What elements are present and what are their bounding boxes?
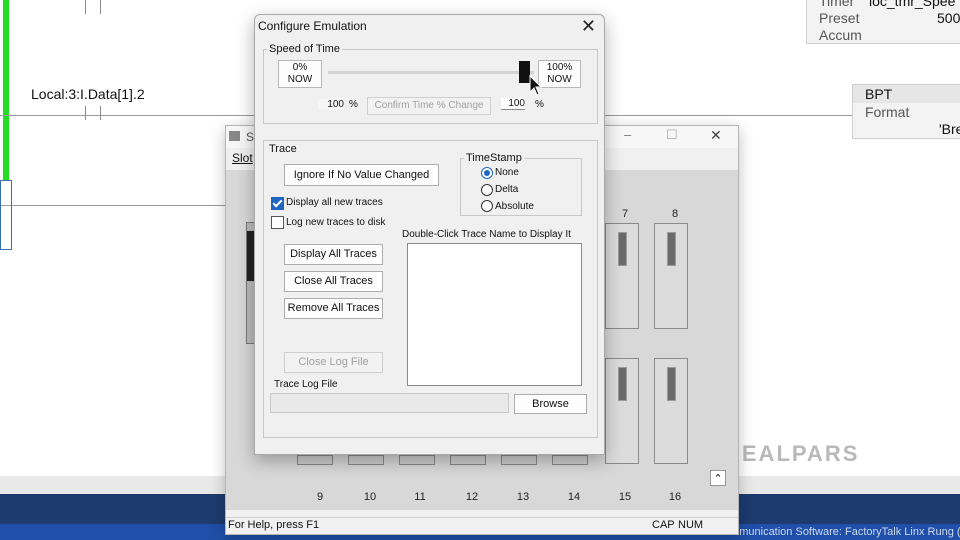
format-value: 'Bre bbox=[939, 121, 960, 137]
bpt-instruction-box[interactable]: BPT Format 'Bre bbox=[852, 84, 960, 139]
speed-min-box: 0% NOW bbox=[278, 60, 322, 88]
slot-number: 9 bbox=[316, 491, 324, 503]
display-new-traces-label[interactable]: Display all new traces bbox=[286, 197, 383, 208]
slot-15-card[interactable] bbox=[605, 358, 639, 464]
app-status-text: Communication Software: FactoryTalk Linx… bbox=[716, 526, 960, 538]
timestamp-none-radio[interactable] bbox=[481, 167, 493, 179]
preset-value: 500 bbox=[937, 10, 960, 26]
trace-list-box[interactable] bbox=[407, 243, 582, 386]
timestamp-absolute-label[interactable]: Absolute bbox=[495, 201, 534, 212]
trace-log-file-input[interactable] bbox=[270, 393, 509, 413]
slot-16-card[interactable] bbox=[654, 358, 688, 464]
confirm-time-change-button[interactable]: Confirm Time % Change bbox=[367, 97, 491, 115]
realpars-logo: REALPARS bbox=[724, 441, 860, 466]
log-traces-disk-label[interactable]: Log new traces to disk bbox=[286, 217, 386, 228]
close-icon[interactable]: ✕ bbox=[710, 127, 722, 144]
status-help: For Help, press F1 bbox=[228, 519, 320, 531]
speed-percent-display: 100 bbox=[318, 99, 344, 110]
dialog-title: Configure Emulation bbox=[258, 19, 367, 33]
timer-value: loc_tmr_Spee bbox=[869, 0, 956, 9]
timestamp-label: TimeStamp bbox=[464, 152, 524, 164]
contact-left bbox=[85, 0, 86, 14]
app-icon bbox=[229, 131, 240, 141]
percent-unit: % bbox=[535, 99, 544, 110]
configure-emulation-dialog[interactable]: Configure Emulation ✕ Speed of Time 0% N… bbox=[254, 14, 605, 455]
remove-all-traces-button[interactable]: Remove All Traces bbox=[284, 298, 383, 319]
chassis-status-bar: For Help, press F1 CAP NUM bbox=[226, 517, 738, 534]
slot-number: 16 bbox=[668, 491, 682, 503]
bpt-title: BPT bbox=[865, 86, 893, 102]
slot-number: 13 bbox=[516, 491, 530, 503]
percent-unit: % bbox=[349, 99, 358, 110]
display-all-traces-button[interactable]: Display All Traces bbox=[284, 244, 383, 265]
ignore-no-change-button[interactable]: Ignore If No Value Changed bbox=[284, 164, 439, 186]
timer-instruction-box[interactable]: Timer loc_tmr_Spee Preset 500 Accum bbox=[806, 0, 960, 44]
timer-label: Timer bbox=[819, 0, 855, 9]
speed-of-time-label: Speed of Time bbox=[267, 43, 342, 55]
slot-number: 7 bbox=[621, 208, 629, 220]
slot-11-card[interactable] bbox=[399, 455, 435, 465]
log-traces-disk-checkbox[interactable] bbox=[271, 216, 284, 229]
close-icon[interactable]: ✕ bbox=[581, 16, 596, 37]
maximize-icon[interactable]: ☐ bbox=[666, 127, 678, 143]
trace-list-label: Double-Click Trace Name to Display It bbox=[402, 229, 571, 240]
accum-label: Accum bbox=[819, 27, 862, 43]
slot-number: 10 bbox=[363, 491, 377, 503]
contact-right bbox=[100, 0, 101, 14]
speed-percent-input[interactable]: 100 bbox=[501, 98, 525, 110]
format-label: Format bbox=[865, 104, 910, 120]
slot-13-card[interactable] bbox=[501, 455, 537, 465]
status-cap: CAP bbox=[652, 519, 675, 531]
display-new-traces-checkbox[interactable] bbox=[271, 197, 284, 210]
slot-14-card[interactable] bbox=[552, 455, 588, 465]
power-rail bbox=[3, 0, 9, 180]
minimize-icon[interactable]: – bbox=[624, 127, 631, 142]
slot-number: 11 bbox=[414, 491, 426, 503]
status-num: NUM bbox=[678, 519, 704, 531]
contact-left bbox=[85, 106, 86, 120]
browse-button[interactable]: Browse bbox=[514, 394, 587, 414]
mouse-cursor-icon bbox=[529, 75, 543, 96]
slot-9-card[interactable] bbox=[297, 455, 333, 465]
slot-12-card[interactable] bbox=[450, 455, 486, 465]
timestamp-absolute-radio[interactable] bbox=[481, 200, 493, 212]
slot-7-card[interactable] bbox=[605, 223, 639, 329]
preset-label: Preset bbox=[819, 10, 860, 26]
close-all-traces-button[interactable]: Close All Traces bbox=[284, 271, 383, 292]
rung-line-mid bbox=[0, 205, 225, 206]
speed-max-box: 100% NOW bbox=[538, 60, 581, 88]
scroll-up-icon[interactable]: ⌃ bbox=[710, 470, 726, 486]
slot-number: 8 bbox=[671, 208, 679, 220]
slot-10-card[interactable] bbox=[348, 455, 384, 465]
slot-number: 15 bbox=[618, 491, 632, 503]
trace-log-file-label: Trace Log File bbox=[274, 379, 338, 390]
contact-right bbox=[100, 106, 101, 120]
tag-address[interactable]: Local:3:I.Data[1].2 bbox=[31, 86, 145, 102]
slot-number: 14 bbox=[567, 491, 581, 503]
slot-8-card[interactable] bbox=[654, 223, 688, 329]
rung-bracket bbox=[0, 180, 12, 250]
timestamp-none-label[interactable]: None bbox=[495, 167, 519, 178]
menu-slot[interactable]: Slot bbox=[232, 151, 253, 165]
close-log-file-button[interactable]: Close Log File bbox=[284, 352, 383, 373]
trace-label: Trace bbox=[267, 143, 299, 155]
speed-slider-track[interactable] bbox=[328, 71, 534, 74]
timestamp-delta-label[interactable]: Delta bbox=[495, 184, 518, 195]
slot-number: 12 bbox=[465, 491, 479, 503]
timestamp-delta-radio[interactable] bbox=[481, 184, 493, 196]
